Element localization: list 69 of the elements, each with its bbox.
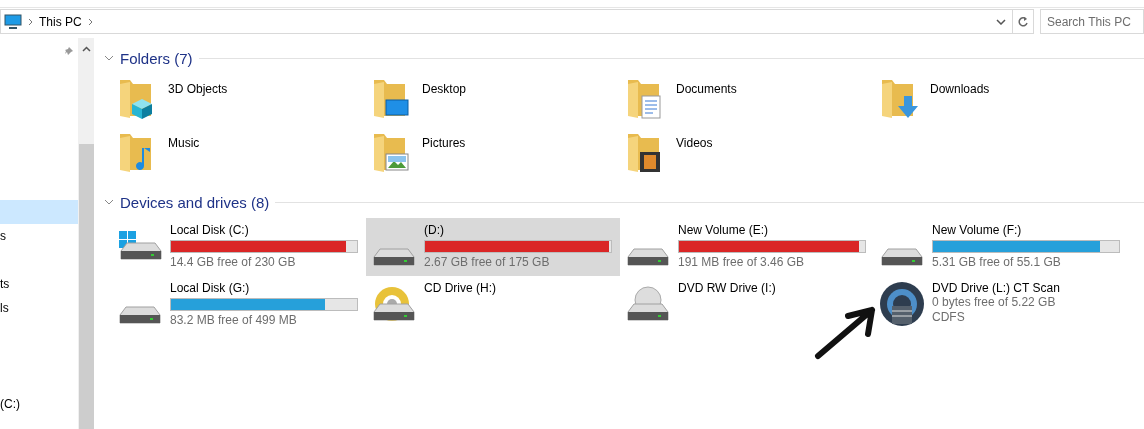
drive-name: CD Drive (H:) (424, 281, 496, 295)
folder-name: Documents (676, 82, 737, 96)
sidebar-item[interactable]: ls (0, 296, 78, 320)
drive-tile[interactable]: CD Drive (H:) (366, 276, 620, 334)
drive-icon (373, 286, 415, 321)
folder-tile[interactable]: Pictures (366, 128, 622, 182)
scanner-ring-icon (878, 280, 926, 328)
drive-name: Local Disk (C:) (170, 223, 250, 237)
folder-name: Downloads (930, 82, 990, 96)
folder-tile[interactable]: Music (112, 128, 368, 182)
section-title[interactable]: Devices and drives (8) (120, 193, 270, 211)
folder-tile[interactable]: Downloads (874, 74, 1130, 128)
chevron-icon[interactable] (87, 17, 93, 26)
chevron-icon (28, 17, 33, 26)
drive-tile[interactable]: (D:) 2.67 GB free of 175 GB (366, 218, 620, 276)
drive-icon (627, 286, 669, 321)
dropdown-icon[interactable] (996, 18, 1006, 25)
folder-name: Music (168, 136, 200, 150)
free-space-text: 5.31 GB free of 55.1 GB (932, 255, 1062, 270)
drive-icon (373, 248, 415, 266)
drive-tile[interactable]: New Volume (F:) 5.31 GB free of 55.1 GB (874, 218, 1128, 276)
pin-icon[interactable] (64, 46, 74, 56)
folder-name: Videos (676, 136, 713, 150)
folder-tile[interactable]: 3D Objects (112, 74, 368, 128)
drive-tile[interactable]: DVD RW Drive (I:) (620, 276, 874, 334)
chevron-icon[interactable] (104, 199, 114, 205)
drive-name: Local Disk (G:) (170, 281, 251, 295)
folder-tile[interactable]: Videos (620, 128, 876, 182)
drive-icon (881, 248, 923, 266)
free-space-text: 0 bytes free of 5.22 GB (932, 295, 1057, 310)
folder-name: 3D Objects (168, 82, 228, 96)
free-space-text: 83.2 MB free of 499 MB (170, 313, 298, 328)
sidebar-item[interactable]: ts (0, 272, 78, 296)
drive-name: DVD Drive (L:) CT Scan (932, 281, 1060, 295)
drive-tile[interactable]: New Volume (E:) 191 MB free of 3.46 GB (620, 218, 874, 276)
drive-name: DVD RW Drive (I:) (678, 281, 776, 295)
breadcrumb[interactable]: This PC (39, 14, 82, 29)
sidebar-item[interactable]: s (0, 224, 78, 248)
drive-icon (118, 230, 162, 260)
drive-name: New Volume (F:) (932, 223, 1023, 237)
scroll-up-icon[interactable] (81, 46, 91, 52)
free-space-text: 191 MB free of 3.46 GB (678, 255, 806, 270)
search-field[interactable]: Search This PC (1040, 9, 1144, 34)
free-space-text: 2.67 GB free of 175 GB (424, 255, 551, 270)
folder-name: Desktop (422, 82, 467, 96)
sidebar-label: (C:) (0, 397, 20, 411)
file-system-text: CDFS (932, 310, 966, 325)
refresh-icon (1017, 15, 1029, 28)
sidebar-label: ts (0, 277, 10, 291)
free-space-text: 14.4 GB free of 230 GB (170, 255, 297, 270)
drive-icon (119, 306, 161, 324)
sidebar-item[interactable]: (C:) (0, 392, 78, 416)
drive-tile[interactable]: DVD Drive (L:) CT Scan 0 bytes free of 5.22 GB CDFS (874, 276, 1128, 334)
refresh-button[interactable] (1012, 9, 1034, 34)
chevron-icon[interactable] (104, 55, 114, 61)
drive-name: New Volume (E:) (678, 223, 770, 237)
folder-name: Pictures (422, 136, 466, 150)
computer-icon (4, 13, 22, 30)
drive-icon (627, 248, 669, 266)
drive-name: (D:) (424, 223, 445, 237)
section-title[interactable]: Folders (7) (120, 49, 193, 67)
sidebar-label: ls (0, 301, 9, 315)
sidebar-label: s (0, 229, 6, 243)
folder-tile[interactable]: Desktop (366, 74, 622, 128)
folder-tile[interactable]: Documents (620, 74, 876, 128)
address-bar[interactable]: This PC (0, 9, 1013, 34)
scrollbar-thumb[interactable] (78, 144, 94, 429)
drive-tile[interactable]: Local Disk (C:) 14.4 GB free of 230 GB (112, 218, 366, 276)
drive-tile[interactable]: Local Disk (G:) 83.2 MB free of 499 MB (112, 276, 366, 334)
